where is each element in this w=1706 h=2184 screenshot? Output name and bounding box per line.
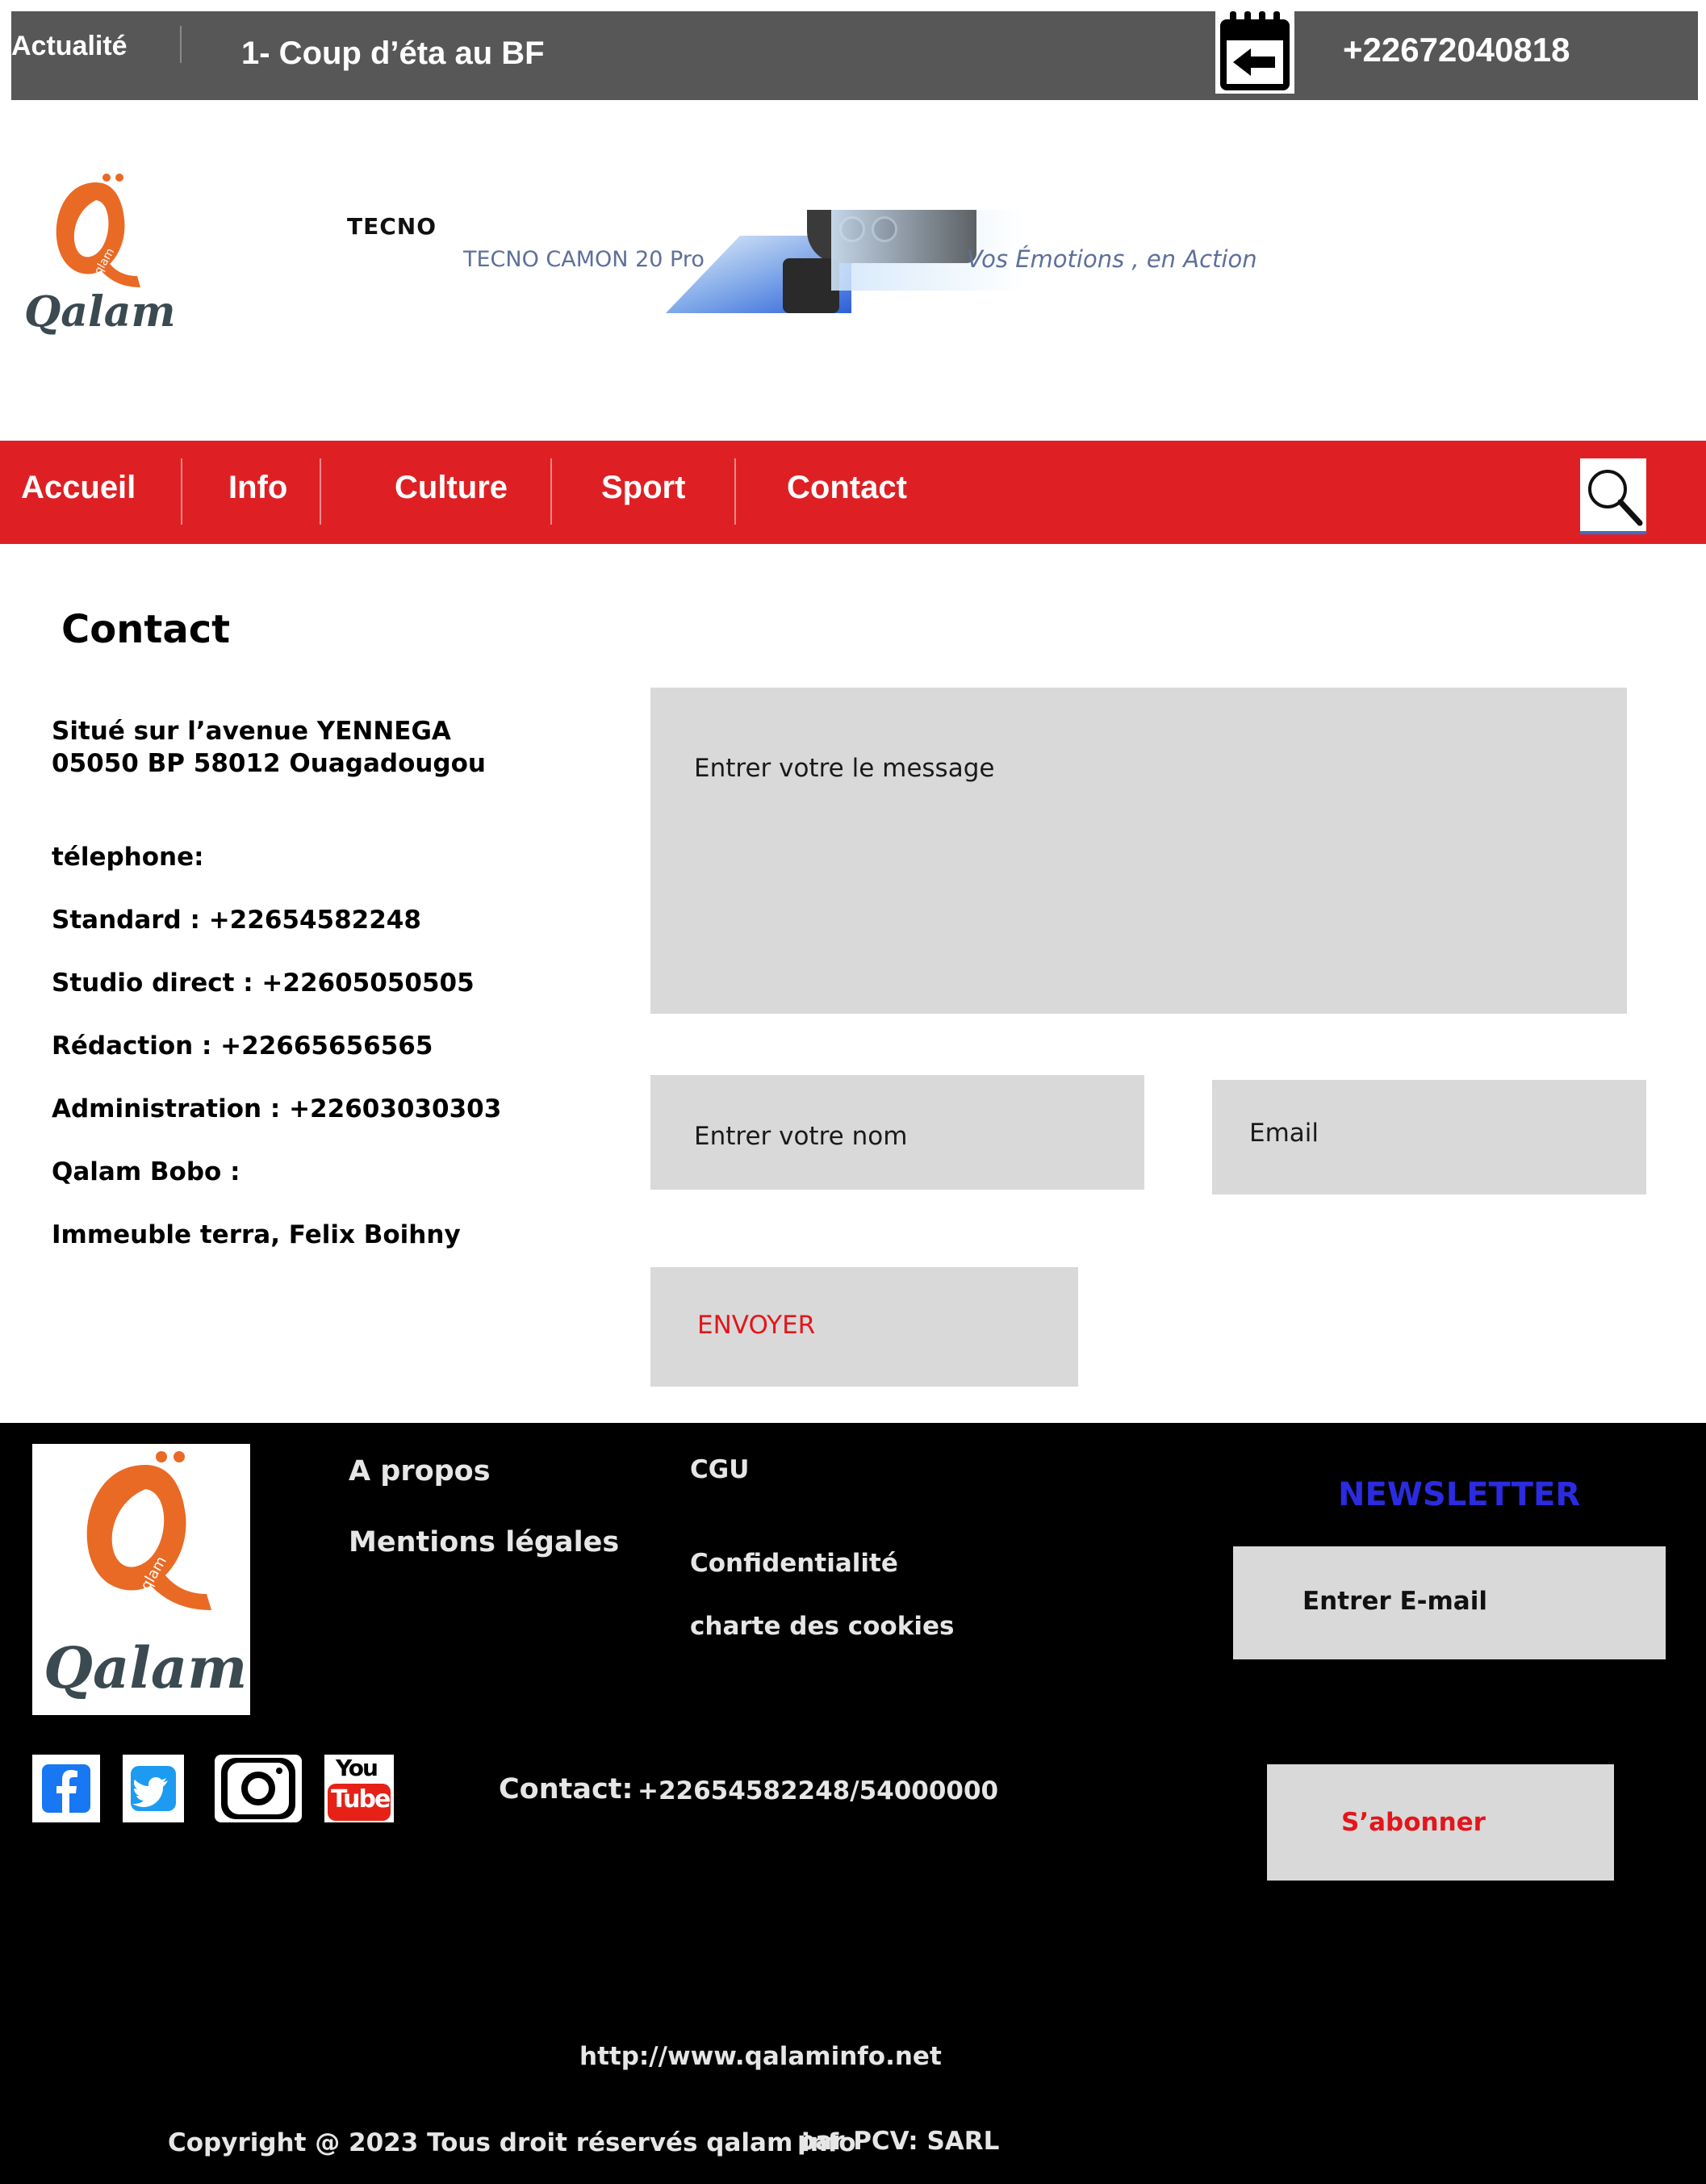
footer-logo[interactable]: Qalam qlam: [32, 1444, 250, 1715]
ad-product: TECNO CAMON 20 Pro: [463, 247, 705, 272]
ad-brand: TECNO: [347, 213, 437, 240]
subscribe-button-label: S’abonner: [1341, 1808, 1486, 1837]
newsletter-placeholder: Entrer E-mail: [1302, 1587, 1487, 1616]
name-field[interactable]: Entrer votre nom: [650, 1075, 1144, 1190]
nav-item-contact[interactable]: Contact: [787, 470, 907, 506]
copyright-by: par PCV: SARL: [797, 2127, 1000, 2156]
topbar-phone: +22672040818: [1343, 31, 1570, 69]
footer-contact-value: +22654582248/54000000: [638, 1776, 999, 1805]
footer-logo-text: Qalam: [44, 1634, 248, 1701]
youtube-tube-text: Tube: [331, 1785, 391, 1814]
name-placeholder: Entrer votre nom: [694, 1122, 908, 1151]
facebook-icon[interactable]: [32, 1755, 100, 1822]
standard-phone: Standard : +22654582248: [52, 906, 421, 935]
footer-link-cookies[interactable]: charte des cookies: [690, 1612, 954, 1641]
administration-phone: Administration : +22603030303: [52, 1094, 502, 1123]
news-headline[interactable]: 1- Coup d’éta au BF: [241, 36, 545, 72]
studio-phone: Studio direct : +22605050505: [52, 969, 475, 998]
main-navigation: Accueil Info Culture Sport Contact: [0, 441, 1706, 544]
nav-divider: [734, 458, 736, 525]
nav-item-info[interactable]: Info: [228, 470, 287, 506]
advertisement-banner[interactable]: TECNO TECNO CAMON 20 Pro Vos Émotions , …: [347, 210, 1257, 315]
youtube-you-text: You: [336, 1755, 378, 1781]
nav-item-sport[interactable]: Sport: [601, 470, 685, 506]
footer-link-apropos[interactable]: A propos: [349, 1455, 491, 1487]
nav-divider: [550, 458, 552, 525]
send-button[interactable]: ENVOYER: [650, 1267, 1078, 1387]
email-placeholder: Email: [1249, 1119, 1319, 1148]
footer-contact-label: Contact:: [499, 1773, 633, 1805]
footer-link-cgu[interactable]: CGU: [690, 1455, 749, 1484]
topbar-divider: [180, 26, 182, 63]
bobo-label: Qalam Bobo :: [52, 1157, 240, 1186]
footer-url[interactable]: http://www.qalaminfo.net: [579, 2042, 942, 2071]
ad-tagline: Vos Émotions , en Action: [967, 245, 1257, 273]
footer-link-confidentialite[interactable]: Confidentialité: [690, 1549, 898, 1578]
site-logo[interactable]: Qalam qlam: [19, 166, 175, 344]
newsletter-title: NEWSLETTER: [1338, 1476, 1581, 1513]
footer: Qalam qlam A propos Mentions légales CGU…: [0, 1423, 1706, 2184]
youtube-tube-box: Tube: [328, 1784, 391, 1821]
copyright-text: Copyright @ 2023 Tous droit réservés qal…: [168, 2128, 856, 2157]
phone-label: télephone:: [52, 843, 204, 872]
redaction-phone: Rédaction : +22665656565: [52, 1031, 433, 1061]
nav-item-culture[interactable]: Culture: [395, 470, 508, 506]
news-section-label: Actualité: [11, 31, 128, 61]
email-field[interactable]: Email: [1212, 1080, 1646, 1195]
calendar-back-icon[interactable]: [1215, 11, 1294, 94]
nav-divider: [320, 458, 321, 525]
nav-item-accueil[interactable]: Accueil: [21, 470, 136, 506]
twitter-icon[interactable]: [123, 1755, 184, 1822]
subscribe-button[interactable]: S’abonner: [1267, 1764, 1614, 1881]
address-line2: 05050 BP 58012 Ouagadougou: [52, 749, 486, 778]
nav-divider: [181, 458, 182, 525]
bobo-address: Immeuble terra, Felix Boihny: [52, 1220, 461, 1249]
youtube-icon[interactable]: You Tube: [324, 1755, 394, 1822]
newsletter-email-input[interactable]: Entrer E-mail: [1233, 1546, 1666, 1659]
address-line1: Situé sur l’avenue YENNEGA: [52, 717, 451, 746]
instagram-icon[interactable]: [215, 1755, 302, 1822]
page-title: Contact: [61, 607, 231, 652]
send-button-label: ENVOYER: [697, 1311, 816, 1340]
search-icon[interactable]: [1580, 458, 1646, 534]
footer-link-mentions[interactable]: Mentions légales: [349, 1526, 619, 1559]
message-placeholder: Entrer votre le message: [694, 754, 995, 783]
logo-text: Qalam: [24, 287, 176, 337]
message-textarea[interactable]: Entrer votre le message: [650, 688, 1627, 1014]
top-news-bar: Actualité 1- Coup d’éta au BF +226720408…: [11, 11, 1698, 100]
